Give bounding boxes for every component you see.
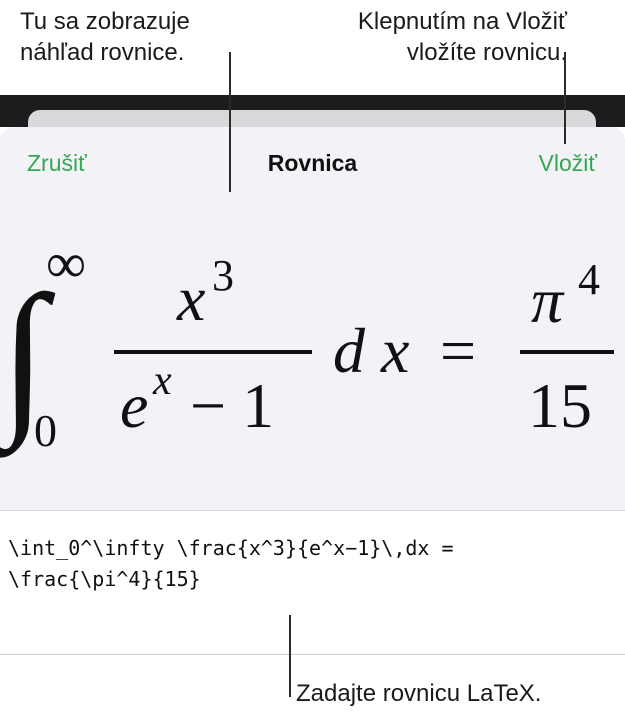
latex-input-field[interactable]: \int_0^\infty \frac{x^3}{e^x−1}\,dx = \f… — [0, 510, 625, 654]
equation-sheet: Zrušiť Rovnica Vložiť ∫ ∞ 0 x 3 e x − 1 … — [0, 127, 625, 654]
insert-callout: Klepnutím na Vložiť vložíte rovnicu. — [277, 6, 567, 68]
integral-upper-limit: ∞ — [46, 233, 86, 295]
numerator-exponent: 3 — [212, 251, 234, 300]
sheet-header: Zrušiť Rovnica Vložiť — [0, 127, 625, 197]
insert-button[interactable]: Vložiť — [539, 150, 597, 177]
preview-callout: Tu sa zobrazuje náhľad rovnice. — [20, 6, 240, 68]
fraction-bar-right — [520, 350, 614, 354]
sheet-title: Rovnica — [267, 150, 358, 176]
insert-callout-line2: vložíte rovnicu. — [406, 39, 567, 66]
preview-leader-line — [229, 52, 231, 192]
denominator-base: e — [120, 370, 148, 441]
insert-callout-line1: Klepnutím na Vložiť — [357, 8, 567, 35]
preview-callout-line1: Tu sa zobrazuje — [20, 8, 190, 35]
preview-callout-line2: náhľad rovnice. — [20, 39, 185, 66]
differential: d x — [333, 315, 409, 386]
integral-lower-limit: 0 — [34, 405, 57, 456]
denominator-tail: − 1 — [190, 370, 274, 441]
rhs-denominator: 15 — [528, 370, 592, 441]
fraction-bar-left — [114, 350, 312, 354]
equation-preview: ∫ ∞ 0 x 3 e x − 1 d x = π 4 15 — [0, 233, 614, 458]
latex-input-text[interactable]: \int_0^\infty \frac{x^3}{e^x−1}\,dx = \f… — [8, 533, 620, 595]
latex-line-1: \int_0^\infty \frac{x^3}{e^x−1}\,dx = — [8, 536, 454, 560]
latex-line-2: \frac{\pi^4}{15} — [8, 567, 201, 591]
denominator-exponent: x — [152, 358, 172, 404]
rhs-numerator-exponent: 4 — [578, 255, 600, 304]
latex-callout: Zadajte rovnicu LaTeX. — [296, 680, 542, 707]
insert-leader-line — [564, 52, 566, 144]
latex-leader-line — [289, 615, 291, 697]
bottom-divider — [0, 654, 625, 655]
equals-sign: = — [440, 315, 476, 386]
numerator-base: x — [176, 263, 205, 334]
rhs-numerator-base: π — [531, 265, 565, 336]
